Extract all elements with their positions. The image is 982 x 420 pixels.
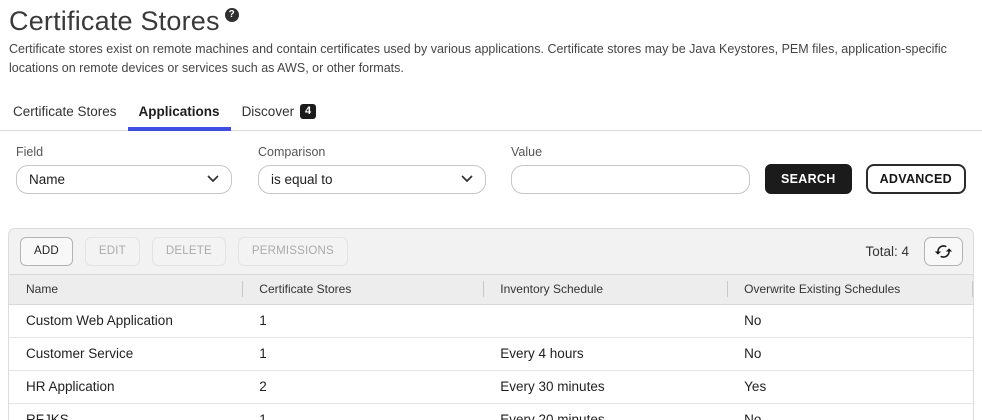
cell-certificate-stores: 2 bbox=[242, 379, 483, 394]
comparison-group: Comparison is equal to bbox=[258, 145, 486, 194]
search-button[interactable]: SEARCH bbox=[765, 164, 852, 194]
discover-count-badge: 4 bbox=[300, 104, 316, 119]
delete-button[interactable]: DELETE bbox=[152, 237, 226, 266]
table-row[interactable]: RFJKS 1 Every 20 minutes No bbox=[9, 404, 973, 420]
tab-discover[interactable]: Discover 4 bbox=[231, 95, 328, 130]
table-body: Custom Web Application 1 No Customer Ser… bbox=[9, 305, 973, 420]
field-select[interactable]: Name bbox=[16, 165, 232, 194]
cell-overwrite: No bbox=[727, 313, 973, 328]
certificate-stores-page: Certificate Stores ? Certificate stores … bbox=[0, 0, 982, 420]
help-icon[interactable]: ? bbox=[225, 8, 239, 22]
cell-inventory-schedule: Every 4 hours bbox=[483, 346, 727, 361]
cell-overwrite: No bbox=[727, 412, 973, 420]
comparison-select[interactable]: is equal to bbox=[258, 165, 486, 194]
comparison-selected-value: is equal to bbox=[271, 172, 333, 187]
comparison-label: Comparison bbox=[258, 145, 486, 159]
cell-certificate-stores: 1 bbox=[242, 412, 483, 420]
cell-name: RFJKS bbox=[9, 412, 242, 420]
tab-bar: Certificate Stores Applications Discover… bbox=[0, 95, 982, 131]
cell-name: Customer Service bbox=[9, 346, 242, 361]
cell-certificate-stores: 1 bbox=[242, 346, 483, 361]
cell-overwrite: Yes bbox=[727, 379, 973, 394]
tab-applications[interactable]: Applications bbox=[128, 95, 231, 130]
column-header-overwrite-existing-schedules[interactable]: Overwrite Existing Schedules bbox=[727, 282, 973, 296]
column-header-name[interactable]: Name bbox=[9, 282, 242, 296]
table-row[interactable]: Customer Service 1 Every 4 hours No bbox=[9, 338, 973, 371]
table-row[interactable]: HR Application 2 Every 30 minutes Yes bbox=[9, 371, 973, 404]
value-input[interactable] bbox=[511, 165, 750, 194]
table-header-row: Name Certificate Stores Inventory Schedu… bbox=[9, 274, 973, 305]
cell-inventory-schedule: Every 30 minutes bbox=[483, 379, 727, 394]
chevron-down-icon bbox=[461, 175, 473, 183]
cell-name: Custom Web Application bbox=[9, 313, 242, 328]
grid-toolbar: ADD EDIT DELETE PERMISSIONS Total: 4 bbox=[9, 229, 973, 274]
cell-overwrite: No bbox=[727, 346, 973, 361]
tab-label: Applications bbox=[139, 104, 220, 119]
search-filter-bar: Field Name Comparison is equal to Value … bbox=[0, 131, 982, 194]
applications-grid: ADD EDIT DELETE PERMISSIONS Total: 4 Nam… bbox=[8, 228, 974, 420]
chevron-down-icon bbox=[207, 175, 219, 183]
tab-label: Discover bbox=[242, 104, 295, 119]
page-description: Certificate stores exist on remote machi… bbox=[9, 40, 954, 79]
table-row[interactable]: Custom Web Application 1 No bbox=[9, 305, 973, 338]
add-button[interactable]: ADD bbox=[20, 237, 73, 266]
page-header: Certificate Stores ? Certificate stores … bbox=[0, 6, 982, 79]
column-header-inventory-schedule[interactable]: Inventory Schedule bbox=[483, 282, 727, 296]
refresh-icon bbox=[934, 242, 953, 261]
value-label: Value bbox=[511, 145, 750, 159]
total-count: Total: 4 bbox=[865, 244, 909, 259]
advanced-button[interactable]: ADVANCED bbox=[866, 164, 966, 194]
refresh-button[interactable] bbox=[924, 237, 963, 266]
cell-inventory-schedule: Every 20 minutes bbox=[483, 412, 727, 420]
value-group: Value bbox=[511, 145, 750, 194]
page-title: Certificate Stores bbox=[9, 6, 220, 37]
permissions-button[interactable]: PERMISSIONS bbox=[238, 237, 348, 266]
field-selected-value: Name bbox=[29, 172, 65, 187]
column-header-certificate-stores[interactable]: Certificate Stores bbox=[242, 282, 483, 296]
edit-button[interactable]: EDIT bbox=[85, 237, 140, 266]
tab-label: Certificate Stores bbox=[13, 104, 117, 119]
cell-certificate-stores: 1 bbox=[242, 313, 483, 328]
cell-name: HR Application bbox=[9, 379, 242, 394]
field-label: Field bbox=[16, 145, 232, 159]
tab-certificate-stores[interactable]: Certificate Stores bbox=[2, 95, 128, 130]
field-group: Field Name bbox=[16, 145, 232, 194]
